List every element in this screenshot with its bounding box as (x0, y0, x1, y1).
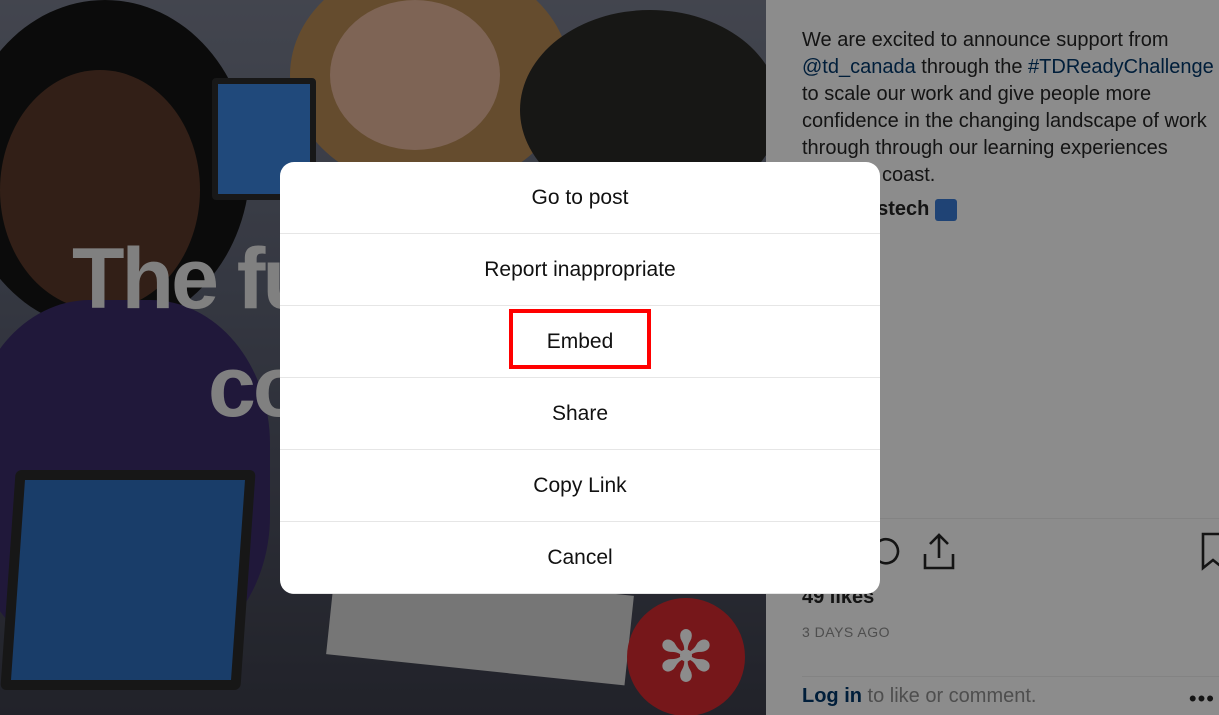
menu-item-copy-link[interactable]: Copy Link (280, 450, 880, 522)
menu-item-label: Cancel (547, 545, 613, 569)
menu-item-cancel[interactable]: Cancel (280, 522, 880, 594)
menu-item-label: Report inappropriate (484, 257, 676, 281)
menu-item-report[interactable]: Report inappropriate (280, 234, 880, 306)
post-options-menu: Go to post Report inappropriate Embed Sh… (280, 162, 880, 594)
menu-item-label: Go to post (531, 185, 629, 209)
menu-item-label: Copy Link (533, 473, 627, 497)
menu-item-go-to-post[interactable]: Go to post (280, 162, 880, 234)
menu-item-label: Share (551, 401, 609, 425)
embed-highlight-box (509, 309, 651, 369)
menu-item-share[interactable]: Share (280, 378, 880, 450)
